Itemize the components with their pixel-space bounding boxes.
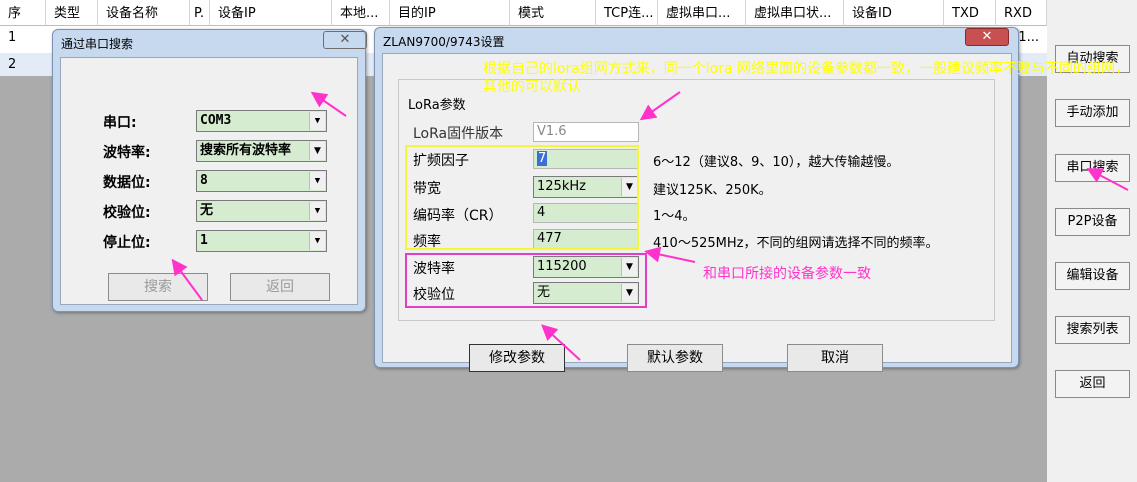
modify-params-button[interactable]: 修改参数 — [469, 344, 565, 372]
annotation-serial-note: 和串口所接的设备参数一致 — [703, 266, 871, 282]
bandwidth-hint: 建议125K、250K。 — [653, 183, 772, 198]
chevron-down-icon[interactable]: ▼ — [309, 172, 325, 190]
baud-select[interactable]: 搜索所有波特率 ▼ — [196, 140, 327, 162]
col-header-device-name[interactable]: 设备名称 — [98, 0, 190, 26]
parity-select[interactable]: 无 ▼ — [196, 200, 327, 222]
default-params-button[interactable]: 默认参数 — [627, 344, 723, 372]
chevron-down-icon[interactable]: ▼ — [309, 232, 325, 250]
parity-value: 无 — [200, 203, 214, 218]
stop-bits-select[interactable]: 1 ▼ — [196, 230, 327, 252]
edit-device-button[interactable]: 编辑设备 — [1055, 262, 1130, 290]
col-header-device-id[interactable]: 设备ID — [844, 0, 944, 26]
back-button[interactable]: 返回 — [1055, 370, 1130, 398]
row-index: 2 — [8, 57, 17, 72]
port-value: COM3 — [200, 113, 232, 128]
baud-value: 搜索所有波特率 — [200, 143, 292, 158]
serial-search-button[interactable]: 串口搜索 — [1055, 154, 1130, 182]
col-header-tcp[interactable]: TCP连... — [596, 0, 658, 26]
col-header-device-ip[interactable]: 设备IP — [210, 0, 332, 26]
search-button[interactable]: 搜索 — [108, 273, 208, 301]
col-header-port[interactable]: P. — [190, 0, 210, 26]
lora-group-label: LoRa参数 — [405, 94, 469, 113]
col-header-dest-ip[interactable]: 目的IP — [390, 0, 510, 26]
label-baud: 波特率: — [103, 145, 151, 161]
frequency-hint: 410～525MHz，不同的组网请选择不同的频率。 — [653, 236, 939, 251]
col-header-mode[interactable]: 模式 — [510, 0, 596, 26]
row-index: 1 — [8, 30, 17, 45]
col-header-virtual-com-status[interactable]: 虚拟串口状... — [746, 0, 844, 26]
col-header-rxd[interactable]: RXD — [996, 0, 1047, 26]
serial-search-dialog: 通过串口搜索 ✕ 串口: COM3 ▼ 波特率: 搜索所有波特率 ▼ 数据位: … — [52, 29, 367, 312]
chevron-down-icon[interactable]: ▼ — [309, 202, 325, 220]
label-port: 串口: — [103, 115, 137, 131]
col-header-index[interactable]: 序 — [0, 0, 46, 26]
dialog-title: 通过串口搜索 — [61, 37, 134, 51]
chevron-down-icon[interactable]: ▼ — [309, 112, 325, 130]
dialog-body: LoRa参数 LoRa固件版本 V1.6 扩频因子 7 6～12（建议8、9、1… — [382, 53, 1012, 372]
col-header-type[interactable]: 类型 — [46, 0, 98, 26]
search-list-button[interactable]: 搜索列表 — [1055, 316, 1130, 344]
dialog-title: ZLAN9700/9743设置 — [383, 35, 505, 49]
serial-params-highlight — [405, 253, 647, 308]
firmware-label: LoRa固件版本 — [413, 126, 504, 142]
firmware-field: V1.6 — [533, 122, 639, 142]
col-header-local-port[interactable]: 本地... — [332, 0, 390, 26]
port-select[interactable]: COM3 ▼ — [196, 110, 327, 132]
data-bits-value: 8 — [200, 173, 208, 188]
coding-rate-hint: 1～4。 — [653, 209, 696, 224]
chevron-down-icon[interactable]: ▼ — [309, 142, 325, 160]
p2p-device-button[interactable]: P2P设备 — [1055, 208, 1130, 236]
col-header-txd[interactable]: TXD — [944, 0, 996, 26]
back-button[interactable]: 返回 — [230, 273, 330, 301]
cancel-button[interactable]: 取消 — [787, 344, 883, 372]
lora-params-highlight — [405, 145, 639, 250]
row-rxd: 1... — [1018, 30, 1039, 45]
label-stop-bits: 停止位: — [103, 235, 151, 251]
col-header-virtual-com[interactable]: 虚拟串口... — [658, 0, 746, 26]
label-parity: 校验位: — [103, 205, 151, 221]
close-icon[interactable]: ✕ — [965, 28, 1009, 46]
label-data-bits: 数据位: — [103, 175, 151, 191]
close-icon[interactable]: ✕ — [323, 31, 367, 49]
annotation-lora-note: 根据自己的lora组网方式来，同一个lora 网络里面的设备参数都一致，一般建议… — [483, 61, 1130, 95]
manual-add-button[interactable]: 手动添加 — [1055, 99, 1130, 127]
dialog-body: 串口: COM3 ▼ 波特率: 搜索所有波特率 ▼ 数据位: 8 ▼ 校验位: … — [60, 57, 358, 305]
spread-factor-hint: 6～12（建议8、9、10），越大传输越慢。 — [653, 155, 900, 170]
data-bits-select[interactable]: 8 ▼ — [196, 170, 327, 192]
stop-bits-value: 1 — [200, 233, 208, 248]
